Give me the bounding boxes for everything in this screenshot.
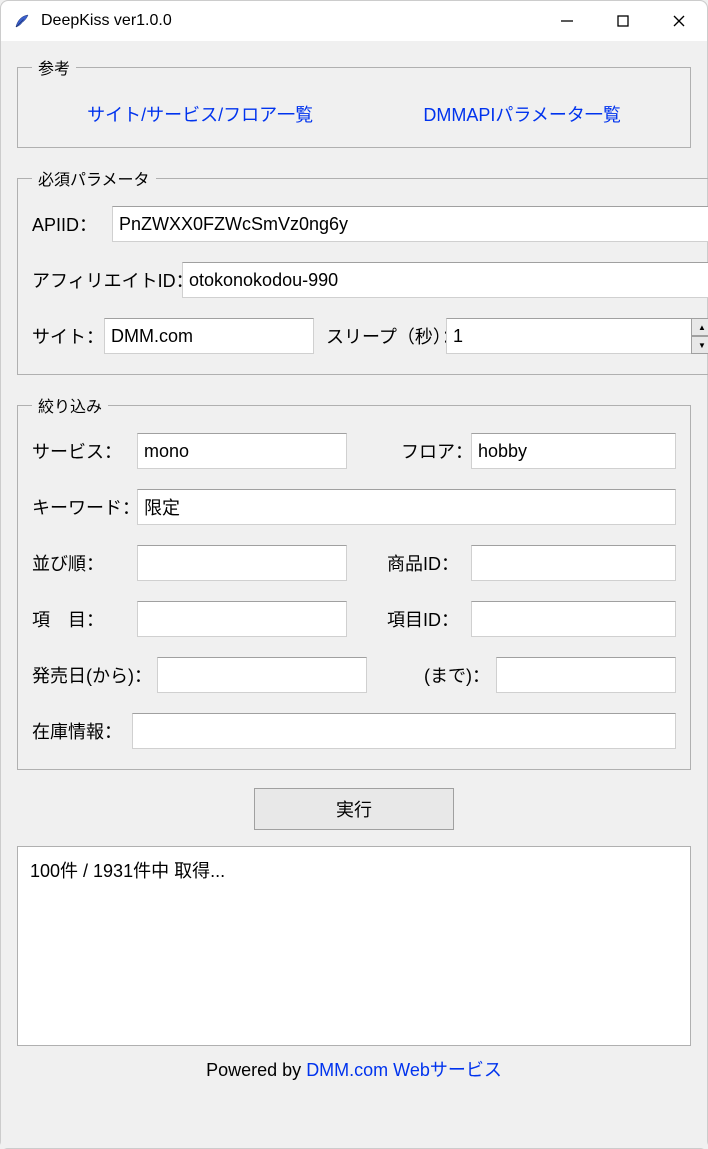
close-button[interactable]: [651, 1, 707, 41]
footer: Powered by DMM.com Webサービス: [17, 1056, 691, 1082]
triangle-up-icon: ▲: [698, 323, 706, 332]
product-id-label: 商品ID：: [387, 550, 471, 576]
site-label: サイト：: [32, 323, 104, 349]
content-area: 参考 サイト/サービス/フロア一覧 DMMAPIパラメータ一覧 必須パラメータ …: [1, 41, 707, 1148]
close-icon: [672, 14, 686, 28]
sort-label: 並び順：: [32, 550, 137, 576]
stock-input[interactable]: [132, 713, 676, 749]
footer-prefix: Powered by: [206, 1060, 306, 1080]
keyword-label: キーワード：: [32, 494, 137, 520]
required-params-group: 必須パラメータ APIID： アフィリエイトID： サイト： スリープ（秒）： …: [17, 166, 708, 375]
log-output[interactable]: 100件 / 1931件中 取得...: [17, 846, 691, 1046]
maximize-button[interactable]: [595, 1, 651, 41]
stock-label: 在庫情報：: [32, 718, 132, 744]
link-dmm-api-params[interactable]: DMMAPIパラメータ一覧: [423, 101, 620, 127]
service-input[interactable]: [137, 433, 347, 469]
sleep-spin-up[interactable]: ▲: [691, 318, 708, 336]
log-text: 100件 / 1931件中 取得...: [30, 861, 225, 881]
minimize-button[interactable]: [539, 1, 595, 41]
floor-input[interactable]: [471, 433, 676, 469]
titlebar: DeepKiss ver1.0.0: [1, 1, 707, 41]
date-to-input[interactable]: [496, 657, 676, 693]
floor-label: フロア：: [401, 438, 471, 464]
feather-icon: [13, 12, 31, 30]
date-from-input[interactable]: [157, 657, 367, 693]
api-id-input[interactable]: [112, 206, 708, 242]
maximize-icon: [616, 14, 630, 28]
sleep-spin-down[interactable]: ▼: [691, 336, 708, 354]
triangle-down-icon: ▼: [698, 341, 706, 350]
keyword-input[interactable]: [137, 489, 676, 525]
window-controls: [539, 1, 707, 41]
product-id-input[interactable]: [471, 545, 676, 581]
site-input[interactable]: [104, 318, 314, 354]
run-button[interactable]: 実行: [254, 788, 454, 830]
item-label: 項 目：: [32, 606, 137, 632]
date-to-label: (まで)：: [424, 662, 496, 688]
api-id-label: APIID：: [32, 211, 112, 237]
sort-input[interactable]: [137, 545, 347, 581]
required-legend: 必須パラメータ: [32, 166, 156, 190]
date-from-label: 発売日(から)：: [32, 662, 157, 688]
sleep-input[interactable]: [446, 318, 691, 354]
item-id-input[interactable]: [471, 601, 676, 637]
window-title: DeepKiss ver1.0.0: [41, 12, 539, 30]
link-sites-services-floors[interactable]: サイト/サービス/フロア一覧: [87, 101, 313, 127]
service-label: サービス：: [32, 438, 137, 464]
reference-legend: 参考: [32, 55, 76, 79]
app-window: DeepKiss ver1.0.0 参考 サイト/サービス/フロア一覧 DMMA…: [0, 0, 708, 1149]
reference-group: 参考 サイト/サービス/フロア一覧 DMMAPIパラメータ一覧: [17, 55, 691, 148]
affiliate-id-label: アフィリエイトID：: [32, 267, 182, 293]
minimize-icon: [560, 14, 574, 28]
filter-group: 絞り込み サービス： フロア： キーワード： 並び順： 商品ID： 項: [17, 393, 691, 770]
footer-link[interactable]: DMM.com Webサービス: [306, 1060, 502, 1080]
sleep-label: スリープ（秒）：: [326, 323, 446, 349]
affiliate-id-input[interactable]: [182, 262, 708, 298]
item-id-label: 項目ID：: [387, 606, 471, 632]
item-input[interactable]: [137, 601, 347, 637]
filter-legend: 絞り込み: [32, 393, 108, 417]
